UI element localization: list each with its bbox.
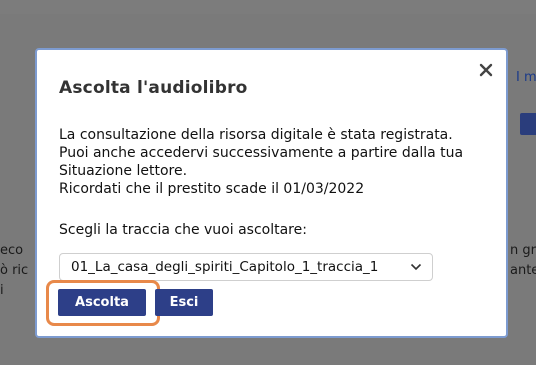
background-link[interactable]: I m bbox=[516, 70, 536, 85]
message-line-3: Situazione lettore. bbox=[59, 163, 188, 179]
close-icon[interactable] bbox=[474, 58, 498, 82]
message-line-1: La consultazione della risorsa digitale … bbox=[59, 127, 453, 143]
dialog-message: La consultazione della risorsa digitale … bbox=[59, 126, 489, 198]
chevron-down-icon bbox=[410, 263, 422, 271]
message-line-4: Ricordati che il prestito scade il 01/03… bbox=[59, 181, 365, 197]
track-select-label: Scegli la traccia che vuoi ascoltare: bbox=[59, 222, 307, 238]
audiobook-dialog: Ascolta l'audiolibro La consultazione de… bbox=[35, 48, 508, 338]
background-text-left-3: i bbox=[0, 283, 4, 298]
listen-button[interactable]: Ascolta bbox=[58, 289, 146, 316]
close-x-glyph bbox=[479, 63, 493, 77]
background-text-right-1: n gra bbox=[510, 243, 536, 258]
track-select[interactable]: 01_La_casa_degli_spiriti_Capitolo_1_trac… bbox=[59, 253, 433, 281]
background-text-left-2: ò ric bbox=[0, 263, 29, 278]
background-text-left-1: eco bbox=[0, 243, 24, 258]
background-text-right-2: ante bbox=[510, 263, 536, 278]
dialog-title: Ascolta l'audiolibro bbox=[59, 78, 248, 98]
message-line-2: Puoi anche accedervi successivamente a p… bbox=[59, 145, 464, 161]
track-select-value: 01_La_casa_degli_spiriti_Capitolo_1_trac… bbox=[71, 259, 379, 275]
exit-button[interactable]: Esci bbox=[155, 289, 213, 316]
background-button[interactable] bbox=[520, 113, 536, 135]
